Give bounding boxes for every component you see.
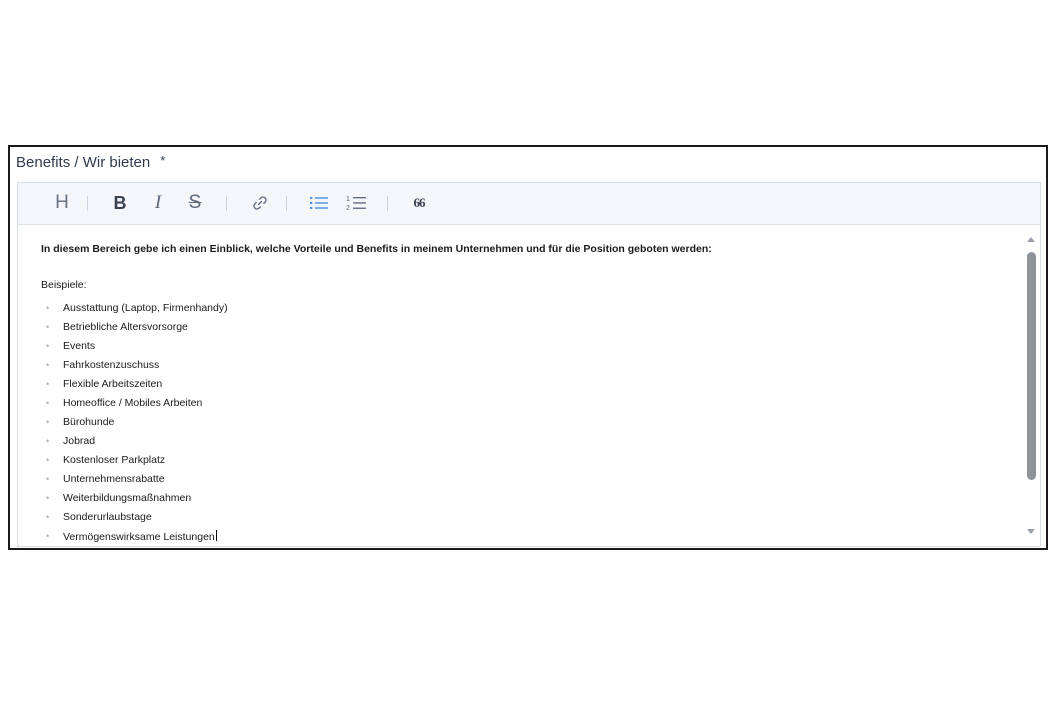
list-item: Jobrad [41, 435, 1022, 454]
quote-button[interactable]: 66 [409, 191, 429, 215]
strikethrough-icon: S [188, 192, 202, 213]
list-item: Fahrkostenzuschuss [41, 359, 1022, 378]
heading-icon: H [55, 192, 69, 213]
list-item: Vermögenswirksame Leistungen [41, 530, 1022, 546]
field-label: Benefits / Wir bieten * [16, 153, 165, 171]
list-item: Weiterbildungsmaßnahmen [41, 492, 1022, 511]
quote-icon: 66 [413, 195, 426, 210]
link-button[interactable] [249, 191, 271, 215]
toolbar-divider [387, 196, 388, 211]
numbered-list-icon: 1 2 [346, 196, 366, 212]
bold-icon: B [113, 192, 127, 213]
list-item: Bürohunde [41, 416, 1022, 435]
bullet-list-icon [310, 197, 328, 209]
text-cursor [215, 530, 217, 541]
list-item: Betriebliche Altersvorsorge [41, 321, 1022, 340]
required-marker: * [160, 153, 166, 168]
field-label-text: Benefits / Wir bieten [16, 154, 151, 171]
strikethrough-button[interactable]: S [184, 191, 206, 215]
list-item: Flexible Arbeitszeiten [41, 378, 1022, 397]
list-item: Unternehmensrabatte [41, 473, 1022, 492]
italic-button[interactable]: I [148, 191, 168, 215]
scroll-down-arrow-icon[interactable] [1027, 529, 1035, 534]
toolbar-divider [226, 196, 227, 211]
scrollbar-thumb[interactable] [1027, 252, 1036, 480]
svg-text:1: 1 [346, 196, 350, 203]
list-item: Ausstattung (Laptop, Firmenhandy) [41, 302, 1022, 321]
link-icon [253, 196, 267, 210]
numbered-list-button[interactable]: 1 2 [344, 191, 368, 215]
editor-toolbar: H B I S 1 2 66 [18, 183, 1040, 225]
list-item: Kostenloser Parkplatz [41, 454, 1022, 473]
rich-text-editor: H B I S 1 2 66 In diesem Bereich gebe ic… [17, 182, 1041, 547]
examples-label: Beispiele: [41, 279, 87, 291]
benefits-field: Benefits / Wir bieten * H B I S 1 2 66 I… [8, 145, 1048, 550]
list-item: Homeoffice / Mobiles Arbeiten [41, 397, 1022, 416]
scroll-up-arrow-icon[interactable] [1027, 237, 1035, 242]
list-item: Events [41, 340, 1022, 359]
editor-content[interactable]: In diesem Bereich gebe ich einen Einblic… [18, 225, 1022, 546]
bullet-list-button[interactable] [308, 191, 330, 215]
svg-text:2: 2 [346, 205, 350, 212]
vertical-scrollbar[interactable] [1023, 225, 1040, 546]
list-item: Sonderurlaubstage [41, 511, 1022, 530]
benefits-list: Ausstattung (Laptop, Firmenhandy) Betrie… [41, 302, 1022, 546]
bold-button[interactable]: B [110, 191, 130, 215]
toolbar-divider [286, 196, 287, 211]
toolbar-divider [87, 196, 88, 211]
heading-button[interactable]: H [51, 191, 73, 215]
italic-icon: I [154, 192, 162, 213]
intro-text: In diesem Bereich gebe ich einen Einblic… [41, 243, 712, 255]
